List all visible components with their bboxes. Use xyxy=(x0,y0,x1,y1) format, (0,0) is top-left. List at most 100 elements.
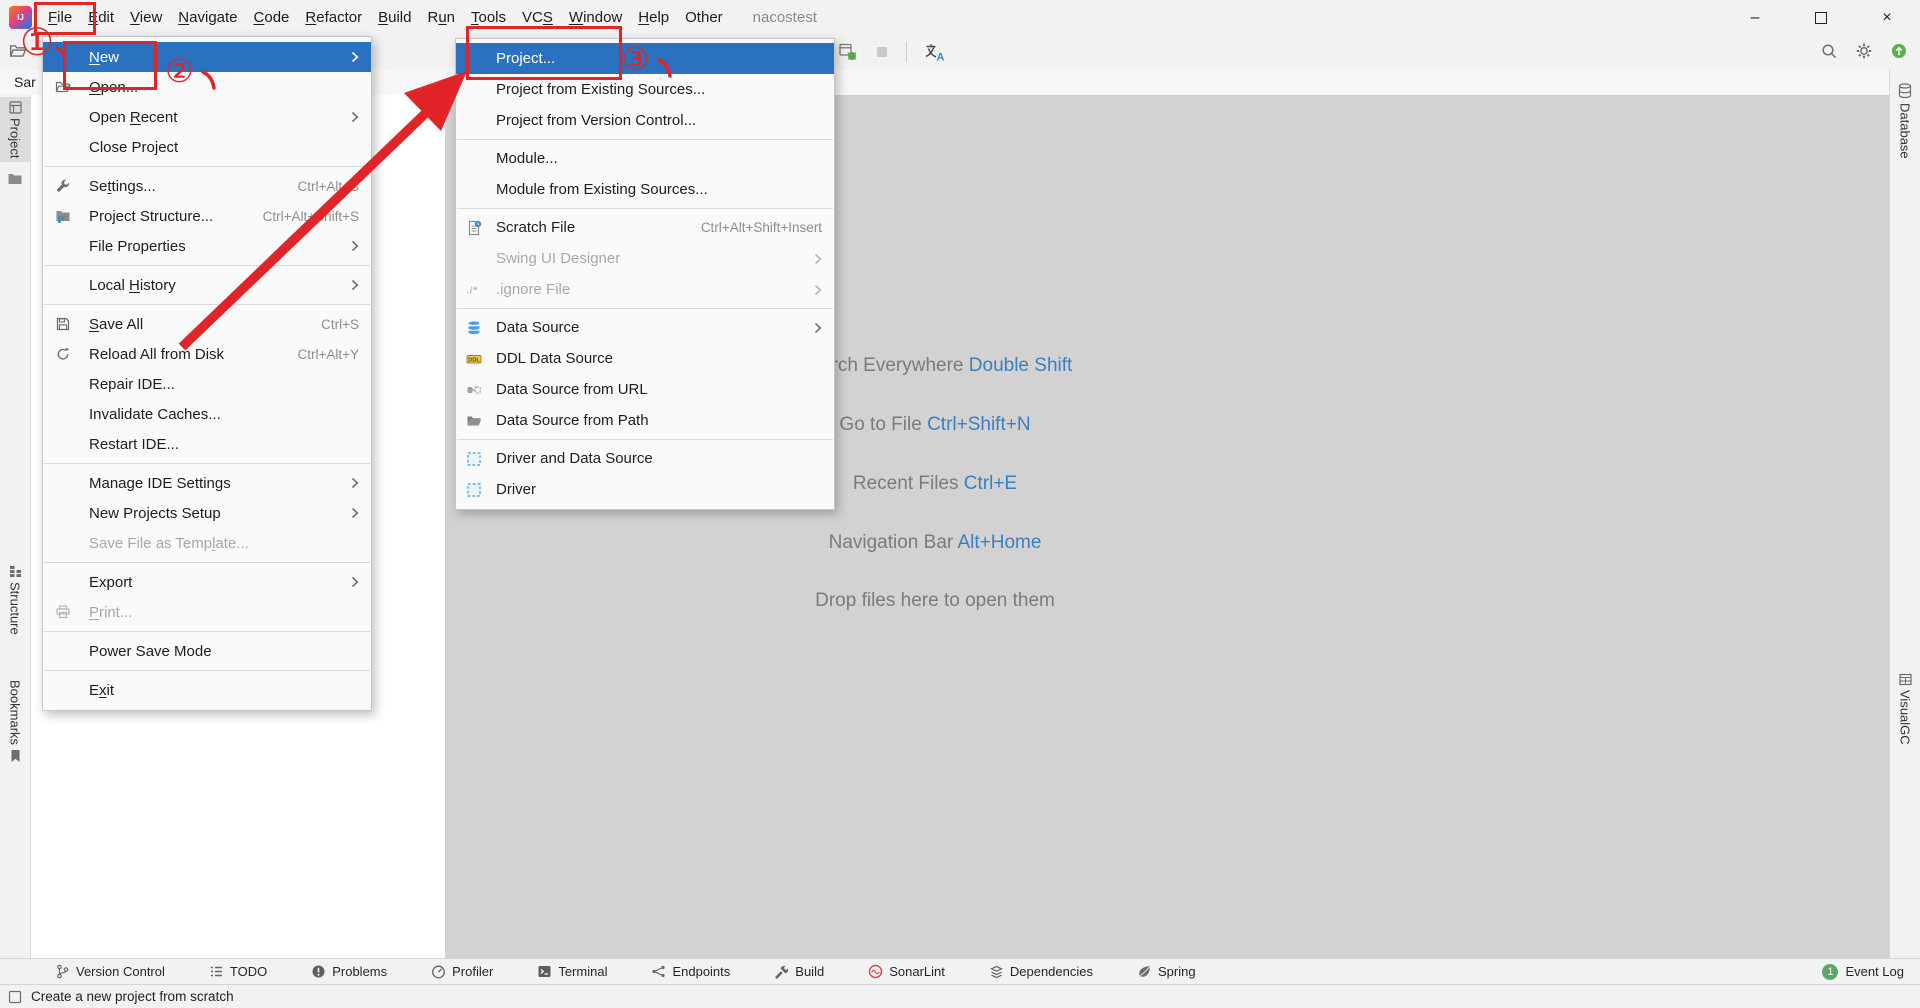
tool-window-button-dependencies[interactable]: Dependencies xyxy=(989,964,1093,979)
menu-item-data-source[interactable]: Data Source xyxy=(456,312,834,343)
menubar-item-other[interactable]: Other xyxy=(677,0,731,35)
tool-window-button-label: Problems xyxy=(332,964,388,979)
menu-item-export[interactable]: Export xyxy=(43,567,371,597)
toolbar-run-group: A xyxy=(838,41,945,63)
menu-item-file-properties[interactable]: File Properties xyxy=(43,231,371,261)
tool-window-button-spring[interactable]: Spring xyxy=(1137,964,1196,979)
menu-item-open-recent[interactable]: Open Recent xyxy=(43,102,371,132)
menu-item-project-structure[interactable]: Project Structure... Ctrl+Alt+Shift+S xyxy=(43,201,371,231)
menubar-item-refactor[interactable]: Refactor xyxy=(297,0,370,35)
menu-item-new[interactable]: New xyxy=(43,42,371,72)
tool-stripe-button-visualgc[interactable]: VisualGC xyxy=(1890,673,1920,745)
tool-stripe-button-structure[interactable]: Structure xyxy=(0,565,30,635)
tool-window-button-terminal[interactable]: Terminal xyxy=(537,964,607,979)
menubar-item-label: Build xyxy=(378,9,412,26)
menu-item-shortcut: Ctrl+Alt+S xyxy=(297,178,359,194)
menu-separator xyxy=(44,265,370,266)
chevron-right-icon xyxy=(331,240,359,252)
tool-window-button-label: Endpoints xyxy=(672,964,731,979)
event-log-button[interactable]: 1 Event Log xyxy=(1822,963,1920,980)
menu-separator xyxy=(44,670,370,671)
menubar-item-navigate[interactable]: Navigate xyxy=(170,0,245,35)
minimize-button[interactable]: – xyxy=(1722,0,1788,35)
menubar-item-tools[interactable]: Tools xyxy=(463,0,514,35)
menu-item-project-from-existing-sources[interactable]: Project from Existing Sources... xyxy=(456,74,834,105)
menu-item-save-file-as-template[interactable]: Save File as Template... xyxy=(43,528,371,558)
menubar-item-view[interactable]: View xyxy=(122,0,170,35)
toolbar-attach-debugger-icon[interactable] xyxy=(838,42,858,62)
menu-item-invalidate-caches[interactable]: Invalidate Caches... xyxy=(43,399,371,429)
status-message: Create a new project from scratch xyxy=(31,989,234,1004)
menu-item-new-projects-setup[interactable]: New Projects Setup xyxy=(43,498,371,528)
menu-item-print[interactable]: Print... xyxy=(43,597,371,627)
close-button[interactable]: × xyxy=(1854,0,1920,35)
menubar-item-label: Window xyxy=(568,9,623,26)
tool-stripe-button-database[interactable]: Database xyxy=(1890,83,1920,159)
menubar-item-file[interactable]: File xyxy=(40,0,80,35)
toolbar-ide-update-icon[interactable] xyxy=(1890,42,1908,60)
menu-item-save-all[interactable]: Save All Ctrl+S xyxy=(43,309,371,339)
menubar-item-help[interactable]: Help xyxy=(630,0,677,35)
menu-item-shortcut: Ctrl+Alt+Shift+S xyxy=(262,208,359,224)
menu-item-ddl-data-source[interactable]: DDL DDL Data Source xyxy=(456,343,834,374)
menu-item-label: Invalidate Caches... xyxy=(89,405,221,423)
maximize-button[interactable] xyxy=(1788,0,1854,35)
menu-item-data-source-from-path[interactable]: Data Source from Path xyxy=(456,405,834,436)
tool-window-button-problems[interactable]: Problems xyxy=(311,964,387,979)
menu-item-repair-ide[interactable]: Repair IDE... xyxy=(43,369,371,399)
menu-separator xyxy=(44,304,370,305)
menu-item-project[interactable]: Project... xyxy=(456,43,834,74)
menu-item-local-history[interactable]: Local History xyxy=(43,270,371,300)
menubar-item-build[interactable]: Build xyxy=(370,0,419,35)
menu-item-restart-ide[interactable]: Restart IDE... xyxy=(43,429,371,459)
menubar-item-code[interactable]: Code xyxy=(246,0,298,35)
tool-window-button-build[interactable]: Build xyxy=(774,964,824,979)
menu-item-manage-ide-settings[interactable]: Manage IDE Settings xyxy=(43,468,371,498)
toolbar-search-icon[interactable] xyxy=(1820,42,1838,60)
window-controls: – × xyxy=(1722,0,1920,35)
menu-item-label: File Properties xyxy=(89,237,186,255)
menu-separator xyxy=(457,139,833,140)
menu-item-close-project[interactable]: Close Project xyxy=(43,132,371,162)
tool-window-button-todo[interactable]: TODO xyxy=(209,964,267,979)
hint-label: Recent Files xyxy=(852,473,959,494)
menubar-item-edit[interactable]: Edit xyxy=(80,0,122,35)
tool-window-button-profiler[interactable]: Profiler xyxy=(431,964,493,979)
menu-item-settings[interactable]: Settings... Ctrl+Alt+S xyxy=(43,171,371,201)
menu-item-scratch-file[interactable]: Scratch File Ctrl+Alt+Shift+Insert xyxy=(456,212,834,243)
menu-separator xyxy=(457,208,833,209)
menu-item-power-save-mode[interactable]: Power Save Mode xyxy=(43,636,371,666)
toolbar-gear-icon[interactable] xyxy=(1855,42,1873,60)
menu-item-project-from-version-control[interactable]: Project from Version Control... xyxy=(456,105,834,136)
menubar-item-vcs[interactable]: VCS xyxy=(514,0,561,35)
menu-item-swing-ui-designer[interactable]: Swing UI Designer xyxy=(456,243,834,274)
toolbar-open-project-icon[interactable] xyxy=(9,42,27,60)
menu-item-open[interactable]: Open... xyxy=(43,72,371,102)
tool-window-button-sonarlint[interactable]: SonarLint xyxy=(868,964,945,979)
menu-item-driver-and-data-source[interactable]: Driver and Data Source xyxy=(456,443,834,474)
menu-item-module-from-existing-sources[interactable]: Module from Existing Sources... xyxy=(456,174,834,205)
tool-stripe-button-project[interactable]: Project xyxy=(0,97,30,163)
menu-item-exit[interactable]: Exit xyxy=(43,675,371,705)
tool-window-button-endpoints[interactable]: Endpoints xyxy=(651,964,730,979)
menu-item-ignore-file[interactable]: .i* .ignore File xyxy=(456,274,834,305)
bookmark-icon xyxy=(9,749,22,763)
terminal-icon xyxy=(537,964,552,979)
menu-item-module[interactable]: Module... xyxy=(456,143,834,174)
menubar-item-run[interactable]: Run xyxy=(419,0,463,35)
menu-item-reload-all-from-disk[interactable]: Reload All from Disk Ctrl+Alt+Y xyxy=(43,339,371,369)
right-tool-stripe: Database VisualGC xyxy=(1889,69,1920,958)
chevron-right-icon xyxy=(331,279,359,291)
tool-window-button-version-control[interactable]: Version Control xyxy=(55,964,165,979)
toolbar-translate-icon[interactable]: A xyxy=(923,42,945,62)
tool-stripe-button-bookmarks[interactable]: Bookmarks xyxy=(0,680,30,763)
menu-item-data-source-from-url[interactable]: Data Source from URL xyxy=(456,374,834,405)
driver-icon xyxy=(466,482,490,498)
chevron-right-icon xyxy=(794,322,822,334)
menu-item-driver[interactable]: Driver xyxy=(456,474,834,505)
toolbar-stop-icon[interactable] xyxy=(874,44,890,60)
chevron-right-icon xyxy=(331,507,359,519)
menubar-item-window[interactable]: Window xyxy=(561,0,630,35)
sonarlint-icon xyxy=(868,964,883,979)
tool-stripe-button-folder-icon[interactable] xyxy=(0,171,30,187)
